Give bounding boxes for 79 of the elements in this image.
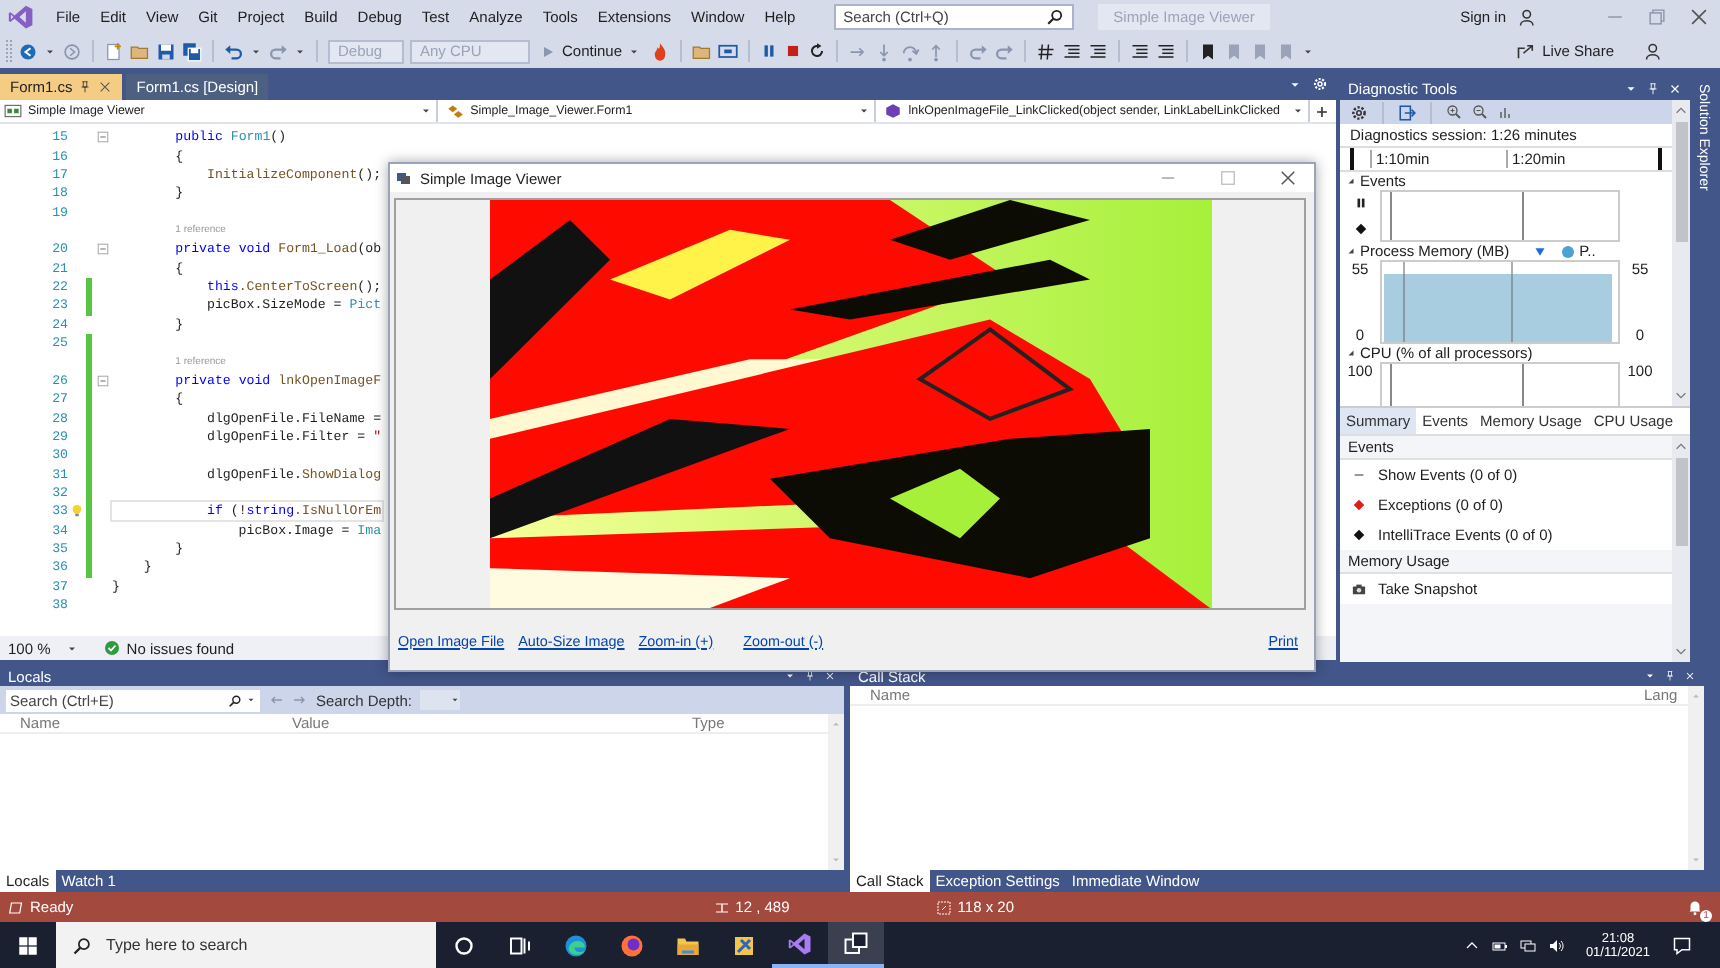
search-icon — [72, 935, 92, 955]
zoom-in-icon[interactable] — [1446, 104, 1462, 120]
bookmark-icon[interactable] — [1198, 41, 1219, 61]
caret-icon — [420, 104, 433, 118]
app-icon[interactable] — [732, 933, 756, 957]
play-icon — [540, 43, 556, 59]
search-icon — [1045, 8, 1064, 26]
output-icon[interactable] — [8, 899, 24, 915]
save-icon[interactable] — [156, 41, 176, 61]
close-icon[interactable] — [1278, 168, 1298, 188]
lines-icon[interactable] — [1156, 41, 1177, 61]
task-view-icon[interactable] — [508, 933, 532, 957]
zoom-out-icon[interactable] — [1472, 104, 1488, 120]
person-icon[interactable] — [1518, 7, 1538, 27]
camera-icon — [1352, 582, 1366, 596]
scroll-up-icon[interactable] — [1674, 104, 1688, 118]
share-icon — [1516, 41, 1537, 61]
browser-icon[interactable] — [564, 933, 588, 957]
stop-icon[interactable] — [784, 42, 803, 60]
class-icon — [446, 102, 465, 120]
search-icon — [228, 693, 242, 707]
pause-icon[interactable] — [760, 42, 779, 60]
taskbar-search[interactable]: Type here to search — [56, 922, 436, 968]
screen-icon[interactable] — [718, 41, 739, 61]
battery-icon[interactable] — [1491, 937, 1508, 953]
bars-icon[interactable] — [1498, 104, 1514, 120]
settings-icon[interactable] — [1350, 103, 1368, 121]
network-icon[interactable] — [1519, 937, 1536, 953]
check-icon — [104, 640, 121, 656]
scroll-thumb[interactable] — [1675, 458, 1687, 546]
caret-icon — [858, 104, 871, 118]
scroll-down-icon[interactable] — [1674, 644, 1688, 658]
caret-icon — [449, 694, 460, 706]
fire-icon[interactable] — [650, 41, 671, 61]
selection-size-icon — [935, 899, 952, 915]
new-item-icon[interactable] — [104, 41, 124, 61]
export-icon[interactable] — [1398, 103, 1416, 121]
diamond-icon — [1352, 528, 1366, 542]
scroll-down-icon[interactable] — [1674, 388, 1688, 402]
assistant-icon[interactable] — [452, 933, 476, 957]
folder-icon[interactable] — [676, 933, 700, 957]
diamond-icon — [1352, 498, 1366, 512]
caret-icon — [246, 694, 256, 706]
notification-icon[interactable] — [1672, 935, 1692, 955]
visual-studio-icon[interactable] — [788, 931, 812, 955]
lines-icon[interactable] — [1088, 41, 1109, 61]
legend-dot — [1561, 245, 1574, 257]
windows-icon[interactable] — [844, 931, 868, 955]
pin-icon[interactable] — [78, 80, 93, 94]
volume-icon[interactable] — [1547, 937, 1564, 953]
browser-icon[interactable] — [620, 933, 644, 957]
show-hidden-icon[interactable] — [1463, 937, 1480, 953]
expander-icon[interactable] — [1346, 348, 1356, 358]
caret-icon[interactable] — [1624, 81, 1638, 95]
add-icon[interactable] — [1314, 103, 1330, 119]
save-all-icon[interactable] — [182, 41, 202, 61]
expander-icon[interactable] — [1346, 246, 1356, 256]
caret-icon[interactable] — [1644, 670, 1656, 682]
method-icon — [884, 102, 903, 120]
cursor-icon — [713, 899, 730, 915]
lines-icon[interactable] — [1062, 41, 1083, 61]
form-icon — [396, 170, 412, 186]
dash-icon — [1352, 468, 1366, 482]
person-icon[interactable] — [1644, 41, 1664, 61]
restart-icon[interactable] — [808, 42, 827, 60]
close-icon[interactable] — [98, 80, 113, 94]
bell-icon[interactable] — [1686, 898, 1704, 916]
diamond-icon — [1353, 222, 1367, 236]
scroll-thumb[interactable] — [1675, 122, 1687, 242]
pause-icon — [1353, 196, 1367, 210]
hash-icon[interactable] — [1036, 41, 1057, 61]
start-icon[interactable] — [18, 935, 38, 955]
expander-icon[interactable] — [1346, 176, 1356, 186]
scroll-up-icon[interactable] — [1674, 440, 1688, 454]
lines-icon[interactable] — [1130, 41, 1151, 61]
search-input[interactable]: Type here to search — [106, 936, 436, 954]
back-icon[interactable] — [18, 41, 38, 61]
logo-icon — [8, 4, 34, 30]
close-icon[interactable] — [1688, 6, 1710, 28]
